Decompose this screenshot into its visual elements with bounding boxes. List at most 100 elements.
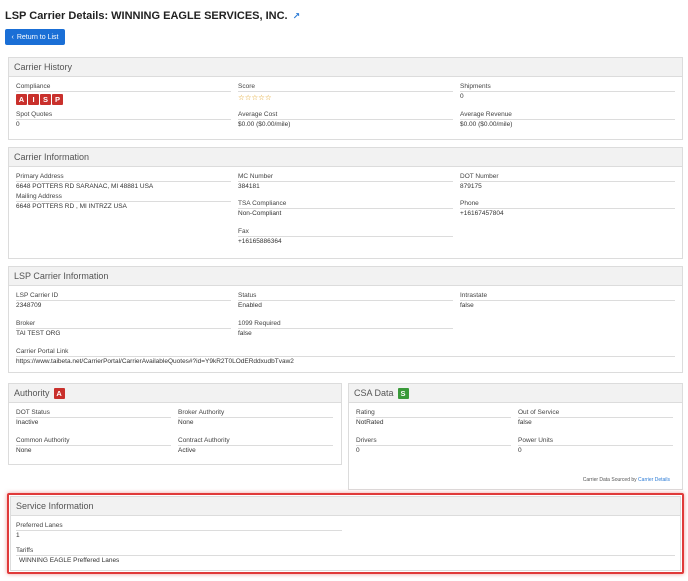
rating-field: Rating NotRated — [356, 409, 511, 426]
average-revenue-field: Average Revenue $0.00 ($0.00/mile) — [460, 111, 675, 128]
status-field: Status Enabled — [238, 292, 453, 309]
broker-authority-label: Broker Authority — [178, 409, 333, 418]
mailing-address-value: 6648 POTTERS RD , MI INTRZZ USA — [16, 203, 127, 210]
drivers-field: Drivers 0 — [356, 437, 511, 454]
average-cost-label: Average Cost — [238, 111, 453, 120]
mailing-address-label: Mailing Address — [16, 193, 231, 202]
dot-status-label: DOT Status — [16, 409, 171, 418]
intrastate-field: Intrastate false — [460, 292, 675, 309]
lsp-carrier-information-panel: LSP Carrier Information LSP Carrier ID 2… — [8, 266, 683, 373]
1099-required-value: false — [238, 330, 252, 337]
primary-address-value: 6648 POTTERS RD SARANAC, MI 48881 USA — [16, 183, 154, 190]
drivers-value: 0 — [356, 447, 360, 454]
common-authority-label: Common Authority — [16, 437, 171, 446]
phone-field: Phone +16167457804 — [460, 200, 675, 217]
compliance-field: Compliance A I S P — [16, 83, 231, 105]
phone-label: Phone — [460, 200, 675, 209]
mailing-address-field: Mailing Address 6648 POTTERS RD , MI INT… — [16, 193, 231, 210]
tsa-compliance-value: Non-Compliant — [238, 210, 282, 217]
lsp-carrier-information-header: LSP Carrier Information — [9, 267, 682, 286]
page-title-text: LSP Carrier Details: WINNING EAGLE SERVI… — [5, 10, 288, 22]
status-value: Enabled — [238, 302, 262, 309]
carrier-history-panel: Carrier History Compliance A I S P Score… — [8, 57, 683, 140]
broker-value: TAI TEST ORG — [16, 330, 61, 337]
primary-address-field: Primary Address 6648 POTTERS RD SARANAC,… — [16, 173, 231, 190]
common-authority-value: None — [16, 447, 32, 454]
dot-number-field: DOT Number 879175 — [460, 173, 675, 190]
page-title: LSP Carrier Details: WINNING EAGLE SERVI… — [5, 10, 300, 22]
spot-quotes-field: Spot Quotes 0 — [16, 111, 231, 128]
carrier-details-link[interactable]: Carrier Details — [638, 477, 670, 483]
lsp-carrier-id-field: LSP Carrier ID 2348709 — [16, 292, 231, 309]
tsa-compliance-field: TSA Compliance Non-Compliant — [238, 200, 453, 217]
dot-number-label: DOT Number — [460, 173, 675, 182]
out-of-service-label: Out of Service — [518, 409, 673, 418]
carrier-portal-link-value[interactable]: https://www.taibeta.net/CarrierPortal/Ca… — [16, 358, 675, 365]
compliance-badge-s: S — [40, 94, 51, 105]
fax-field: Fax +16165886364 — [238, 228, 453, 245]
primary-address-label: Primary Address — [16, 173, 231, 182]
intrastate-label: Intrastate — [460, 292, 675, 301]
rating-value: NotRated — [356, 419, 384, 426]
authority-panel: Authority A DOT Status Inactive Broker A… — [8, 383, 342, 465]
carrier-information-title: Carrier Information — [14, 152, 90, 162]
compliance-badge-p: P — [52, 94, 63, 105]
power-units-label: Power Units — [518, 437, 673, 446]
compliance-badges: A I S P — [16, 94, 231, 105]
1099-required-field: 1099 Required false — [238, 320, 453, 337]
intrastate-value: false — [460, 302, 474, 309]
power-units-field: Power Units 0 — [518, 437, 673, 454]
average-cost-field: Average Cost $0.00 ($0.00/mile) — [238, 111, 453, 128]
power-units-value: 0 — [518, 447, 522, 454]
csa-data-title: CSA Data — [354, 388, 394, 398]
average-cost-value: $0.00 ($0.00/mile) — [238, 121, 291, 128]
shipments-value: 0 — [460, 93, 464, 100]
return-to-list-button[interactable]: ‹ Return to List — [5, 29, 65, 45]
lsp-carrier-information-title: LSP Carrier Information — [14, 271, 109, 281]
status-label: Status — [238, 292, 453, 301]
shipments-field: Shipments 0 — [460, 83, 675, 100]
fax-value: +16165886364 — [238, 238, 282, 245]
authority-title: Authority — [14, 388, 50, 398]
external-link-icon[interactable]: ↗ — [293, 11, 301, 22]
rating-label: Rating — [356, 409, 511, 418]
shipments-label: Shipments — [460, 83, 675, 92]
spot-quotes-label: Spot Quotes — [16, 111, 231, 120]
csa-data-header: CSA Data S — [349, 384, 682, 403]
contract-authority-field: Contract Authority Active — [178, 437, 333, 454]
dot-status-field: DOT Status Inactive — [16, 409, 171, 426]
mc-number-field: MC Number 384181 — [238, 173, 453, 190]
out-of-service-value: false — [518, 419, 532, 426]
compliance-badge-a: A — [16, 94, 27, 105]
carrier-history-title: Carrier History — [14, 62, 73, 72]
contract-authority-value: Active — [178, 447, 196, 454]
compliance-badge-i: I — [28, 94, 39, 105]
contract-authority-label: Contract Authority — [178, 437, 333, 446]
broker-authority-value: None — [178, 419, 194, 426]
1099-required-label: 1099 Required — [238, 320, 453, 329]
broker-field: Broker TAI TEST ORG — [16, 320, 231, 337]
authority-badge: A — [53, 387, 65, 399]
score-field: Score ☆☆☆☆☆ — [238, 83, 453, 102]
csa-data-panel: CSA Data S Rating NotRated Out of Servic… — [348, 383, 683, 490]
authority-header: Authority A — [9, 384, 341, 403]
lsp-carrier-id-value: 2348709 — [16, 302, 42, 309]
return-to-list-label: Return to List — [16, 33, 59, 41]
csa-data-source-note: Carrier Data Sourced by Carrier Details — [583, 477, 670, 483]
phone-value: +16167457804 — [460, 210, 504, 217]
out-of-service-field: Out of Service false — [518, 409, 673, 426]
spot-quotes-value: 0 — [16, 121, 20, 128]
score-stars-icon: ☆☆☆☆☆ — [238, 93, 272, 102]
broker-authority-field: Broker Authority None — [178, 409, 333, 426]
mc-number-value: 384181 — [238, 183, 260, 190]
average-revenue-value: $0.00 ($0.00/mile) — [460, 121, 513, 128]
common-authority-field: Common Authority None — [16, 437, 171, 454]
fax-label: Fax — [238, 228, 453, 237]
mc-number-label: MC Number — [238, 173, 453, 182]
chevron-left-icon: ‹ — [11, 33, 14, 41]
carrier-history-header: Carrier History — [9, 58, 682, 77]
csa-data-source-text: Carrier Data Sourced by — [582, 477, 637, 483]
carrier-information-header: Carrier Information — [9, 148, 682, 167]
tsa-compliance-label: TSA Compliance — [238, 200, 453, 209]
service-information-highlight — [7, 493, 684, 574]
